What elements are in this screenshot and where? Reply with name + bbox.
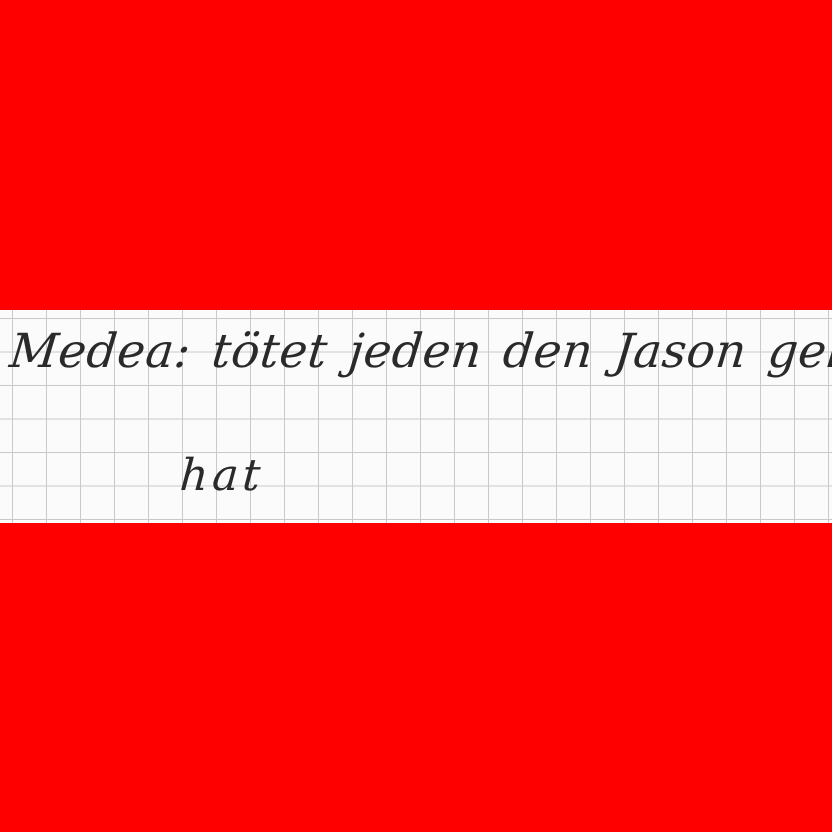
red-band-top bbox=[0, 0, 832, 310]
canvas: Medea: tötet jeden den Jason geliebt hat bbox=[0, 0, 832, 832]
grid-paper-strip: Medea: tötet jeden den Jason geliebt hat bbox=[0, 310, 832, 523]
handwritten-line-2: hat bbox=[178, 450, 267, 501]
red-band-bottom bbox=[0, 523, 832, 832]
handwritten-line-1: Medea: tötet jeden den Jason geliebt bbox=[7, 324, 832, 379]
